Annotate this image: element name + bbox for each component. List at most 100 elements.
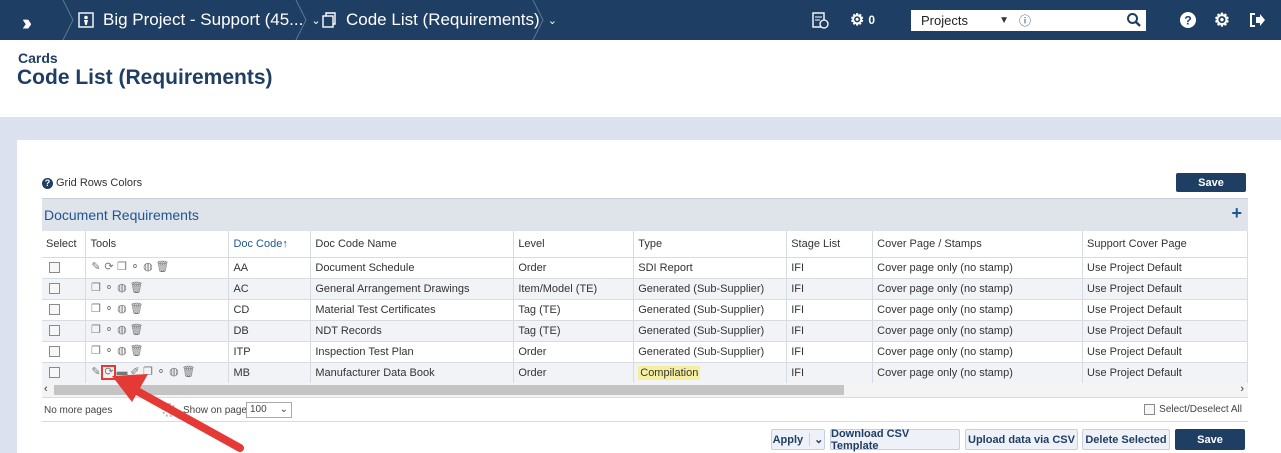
copy-icon[interactable]: ❐ [90,283,101,294]
globe-icon[interactable]: ◍ [116,325,127,336]
row-checkbox[interactable] [49,304,60,316]
search-icon[interactable] [1126,12,1142,28]
page-size-select[interactable]: 100 ⌄ [246,402,292,418]
table-row: ✎ ⟳ ❐ ⚬ ◍ 🗑 AA Document Schedule Order SDI Re… [42,257,1248,279]
breadcrumb-page[interactable]: Code List (Requirements) ⌄ [320,0,557,40]
copy-icon[interactable]: ❐ [90,325,101,336]
cogs-notification[interactable]: ⚙ 0 [850,8,886,32]
refresh-icon[interactable]: ⟳ [101,365,117,381]
breadcrumb-project[interactable]: Big Project - Support (45... ⌄ [77,0,321,40]
cover-page-cell: Cover page only (no stamp) [872,257,1084,279]
doc-code-name-cell: NDT Records [310,320,515,342]
hierarchy-icon[interactable]: ⚬ [103,325,114,336]
column-header-doc-code-name: Doc Code Name [310,231,515,258]
report-clock-icon[interactable] [808,8,832,32]
copy-icon[interactable]: ❐ [90,304,101,315]
refresh-icon[interactable]: ⟳ [103,262,114,273]
scope-select[interactable]: Projects ▼ [911,10,1015,31]
breadcrumb-separator [532,0,544,41]
row-checkbox[interactable] [49,283,60,295]
save-button-top[interactable]: Save [1176,173,1246,192]
apply-dropdown[interactable]: Apply ⌄ [771,429,825,450]
section-label: Cards [18,50,58,66]
row-checkbox[interactable] [49,262,60,274]
doc-code-cell: DB [228,320,312,342]
delete-selected-button[interactable]: Delete Selected [1082,429,1170,450]
info-icon[interactable]: ⓘ [1019,12,1031,29]
row-checkbox[interactable] [49,346,60,358]
grid-section-title: Document Requirements [44,207,199,223]
edit-icon[interactable]: ✎ [90,262,101,273]
grid-rows-colors[interactable]: ? Grid Rows Colors [42,177,142,189]
trash-icon[interactable]: 🗑 [129,325,143,336]
support-cover-page-cell: Use Project Default [1082,299,1248,321]
scroll-right-icon[interactable]: › [1240,383,1244,395]
settings-gear-icon[interactable]: ⚙ [1210,8,1234,32]
row-tools: ❐ ⚬ ◍ 🗑 [85,320,230,342]
apply-label: Apply [772,433,804,446]
globe-icon[interactable]: ◍ [142,262,153,273]
select-deselect-all[interactable]: Select/Deselect All [1141,404,1242,415]
hierarchy-icon[interactable]: ⚬ [103,283,114,294]
sign-out-icon[interactable] [1245,8,1269,32]
help-icon: ? [42,177,53,189]
hierarchy-icon[interactable]: ⚬ [155,367,166,378]
folder-icon[interactable]: ▬ [116,367,127,378]
row-checkbox[interactable] [49,325,60,337]
copy-icon[interactable]: ❐ [142,367,153,378]
trash-icon[interactable]: 🗑 [129,283,143,294]
type-cell: Generated (Sub-Supplier) [633,320,788,342]
doc-code-cell: CD [228,299,312,321]
search-box: ⓘ [1015,10,1146,31]
globe-icon[interactable]: ◍ [116,346,127,357]
column-header-tools: Tools [85,231,230,258]
column-header-level: Level [513,231,635,258]
row-checkbox[interactable] [49,367,60,379]
upload-csv-button[interactable]: Upload data via CSV [965,429,1078,450]
help-icon[interactable]: ? [1176,8,1200,32]
type-highlight: Compilation [638,365,701,380]
table-header-row: Select Tools Doc Code↑ Doc Code Name Lev… [42,231,1248,258]
top-bar: ››› Big Project - Support (45... ⌄ Code … [0,0,1281,41]
hierarchy-icon[interactable]: ⚬ [103,304,114,315]
support-cover-page-cell: Use Project Default [1082,341,1248,363]
add-icon[interactable]: + [1231,203,1242,224]
table-row: ❐ ⚬ ◍ 🗑 ITP Inspection Test Plan Order Gene… [42,341,1248,363]
edit-icon[interactable]: ✎ [90,367,101,378]
save-button-bottom[interactable]: Save [1175,429,1245,450]
column-header-doc-code[interactable]: Doc Code↑ [228,231,312,258]
doc-code-sort-link[interactable]: Doc Code [233,238,282,250]
hierarchy-icon[interactable]: ⚬ [103,346,114,357]
trash-icon[interactable]: 🗑 [129,304,143,315]
pager-status: No more pages [44,405,113,416]
select-all-checkbox[interactable] [1144,404,1156,415]
menu-chevron-icon[interactable]: ››› [22,10,32,36]
stage-list-cell: IFI [786,320,874,342]
doc-code-name-cell: Manufacturer Data Book [310,362,515,384]
copy-icon[interactable]: ❐ [116,262,127,273]
trash-icon[interactable]: 🗑 [181,367,195,378]
scroll-left-icon[interactable]: ‹ [44,383,48,395]
scrollbar-thumb[interactable] [54,385,844,395]
table-row: ❐ ⚬ ◍ 🗑 AC General Arrangement Drawings Ite… [42,278,1248,300]
svg-text:?: ? [1184,14,1191,28]
pin-icon[interactable]: ✐ [129,367,140,378]
trash-icon[interactable]: 🗑 [129,346,143,357]
copy-icon [320,11,338,29]
hierarchy-icon[interactable]: ⚬ [129,262,140,273]
doc-code-cell: AA [228,257,312,279]
type-cell: Generated (Sub-Supplier) [633,341,788,363]
globe-icon[interactable]: ◍ [116,304,127,315]
download-csv-template-button[interactable]: Download CSV Template [830,428,960,452]
horizontal-scrollbar[interactable]: ‹ › [42,383,1248,397]
doc-code-name-cell: Inspection Test Plan [310,341,515,363]
trash-icon[interactable]: 🗑 [155,262,169,273]
doc-code-name-cell: Document Schedule [310,257,515,279]
globe-icon[interactable]: ◍ [116,283,127,294]
copy-icon[interactable]: ❐ [90,346,101,357]
page-size-value: 100 [250,404,267,415]
globe-icon[interactable]: ◍ [168,367,179,378]
search-input[interactable] [1031,11,1132,30]
grid-section-header: Document Requirements + [42,198,1248,231]
support-cover-page-cell: Use Project Default [1082,320,1248,342]
